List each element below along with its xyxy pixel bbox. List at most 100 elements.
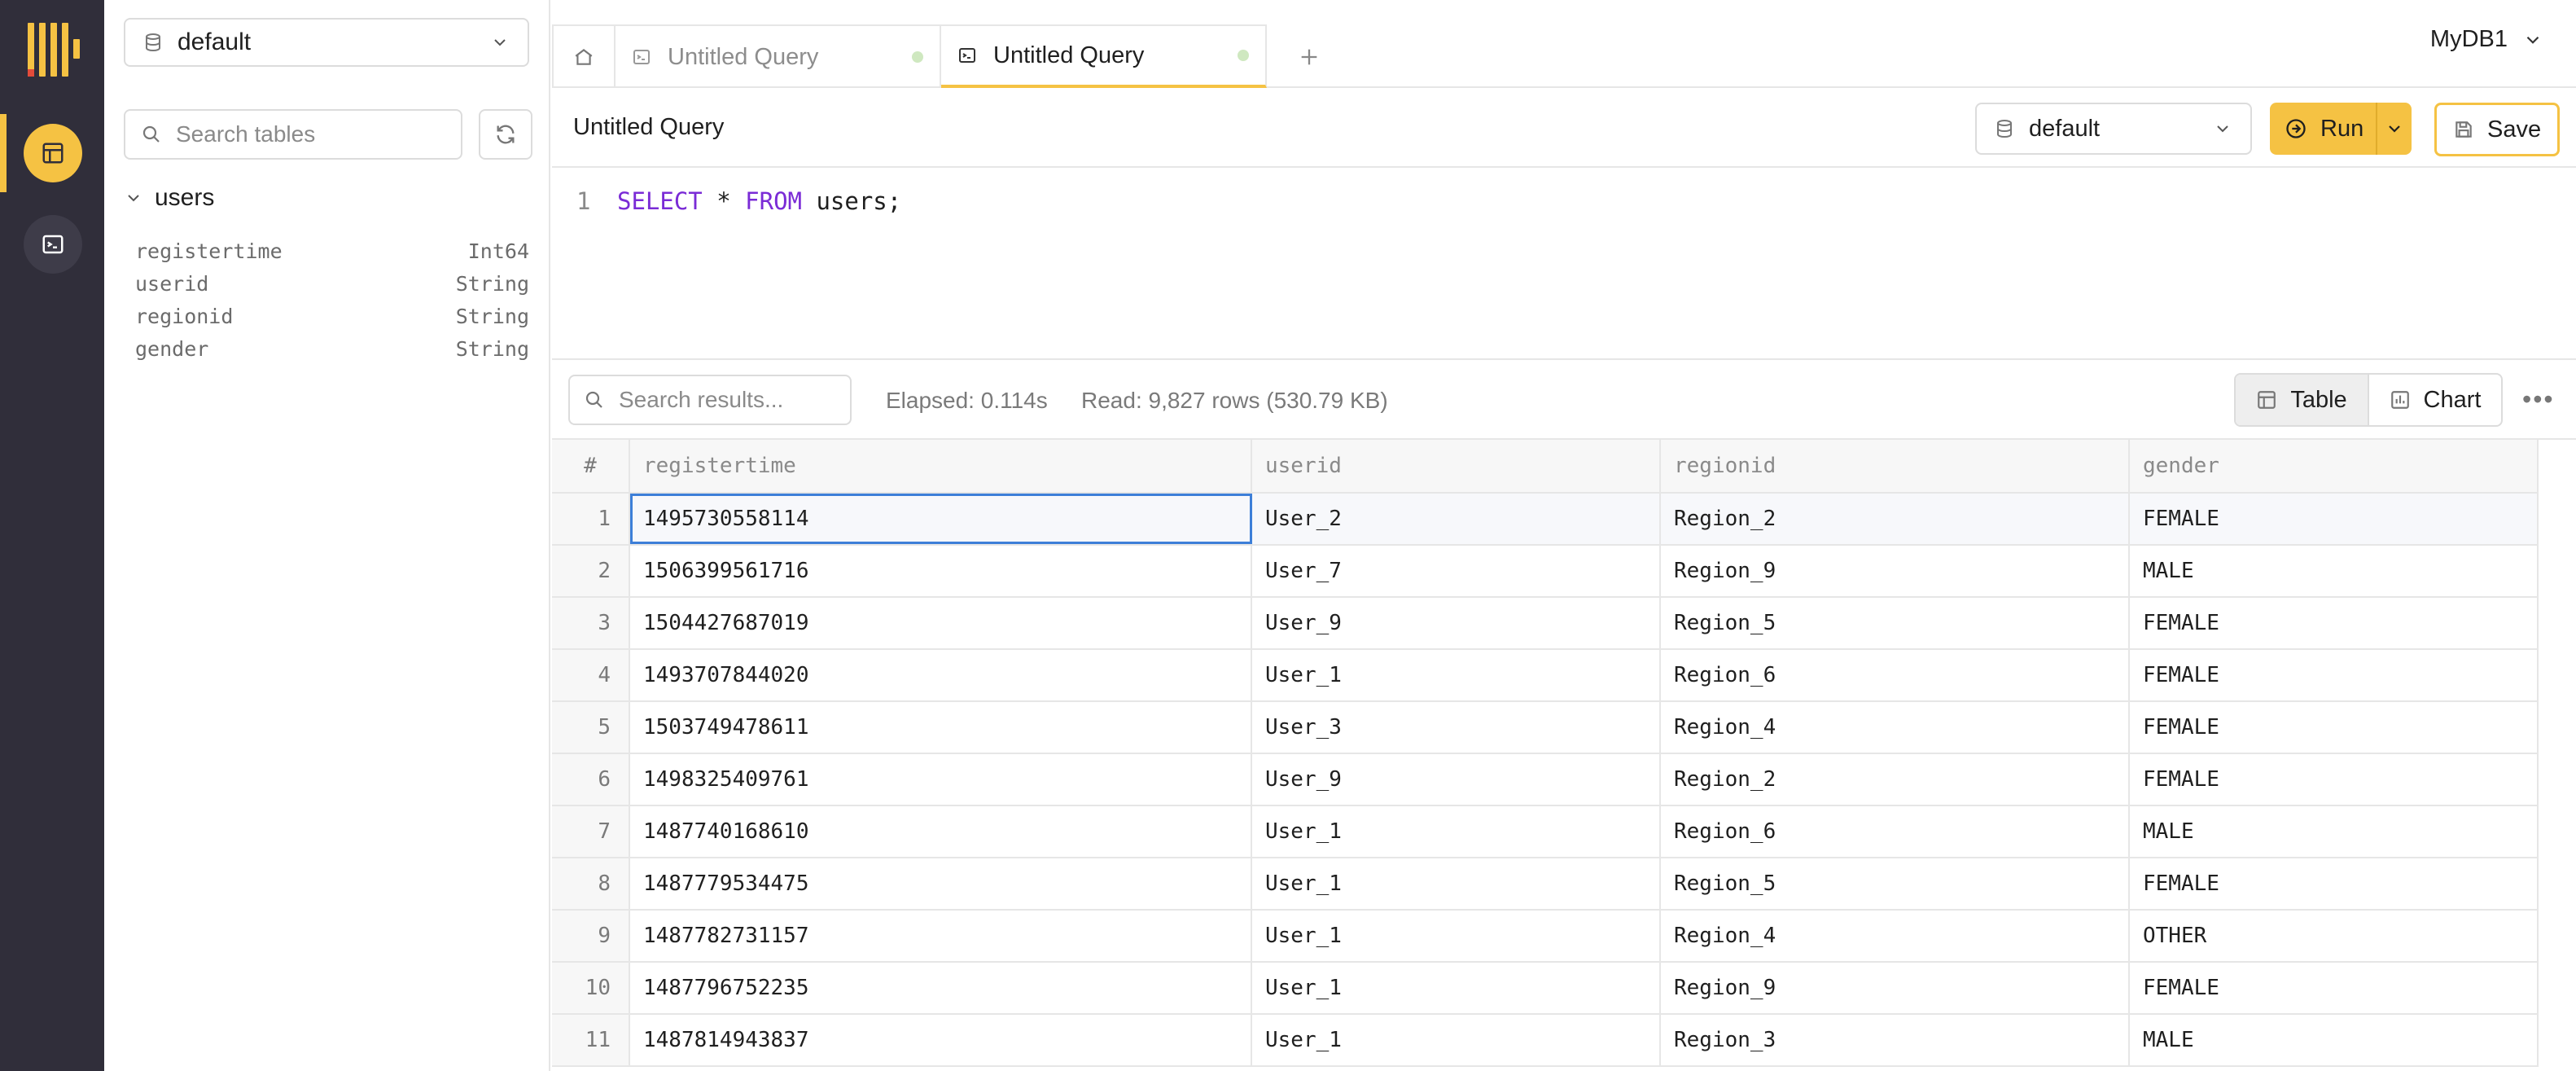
table-cell[interactable]: 1487740168610	[630, 806, 1252, 857]
query-header: Untitled Query default Run Save	[552, 90, 2576, 168]
table-cell[interactable]: Region_3	[1661, 1015, 2130, 1065]
table-cell[interactable]: 1495730558114	[630, 494, 1252, 544]
results-toolbar: Search results... Elapsed: 0.114s Read: …	[552, 362, 2576, 440]
table-cell[interactable]: User_7	[1252, 546, 1661, 596]
view-chart-button[interactable]: Chart	[2369, 375, 2501, 425]
tree-table-users[interactable]: users	[124, 184, 214, 212]
table-cell[interactable]: 1498325409761	[630, 754, 1252, 805]
search-tables-input[interactable]: Search tables	[124, 109, 462, 160]
search-results-input[interactable]: Search results...	[568, 375, 852, 425]
column-item[interactable]: registertime Int64	[135, 239, 529, 272]
row-index: 11	[552, 1015, 630, 1065]
table-cell[interactable]: User_3	[1252, 702, 1661, 753]
rail-tables-button[interactable]	[24, 124, 82, 182]
table-cell[interactable]: FEMALE	[2130, 702, 2539, 753]
row-index: 5	[552, 702, 630, 753]
sql-editor[interactable]: 1 SELECT * FROM users;	[552, 169, 2576, 360]
query-title[interactable]: Untitled Query	[573, 114, 724, 141]
table-cell[interactable]: User_1	[1252, 1015, 1661, 1065]
table-cell[interactable]: User_1	[1252, 911, 1661, 961]
search-icon	[142, 125, 160, 143]
table-cell[interactable]: FEMALE	[2130, 754, 2539, 805]
tab-query-1[interactable]: Untitled Query	[616, 24, 941, 88]
elapsed-stat: Elapsed: 0.114s	[886, 388, 1048, 413]
table-cell[interactable]: 1503749478611	[630, 702, 1252, 753]
table-row: 5 1503749478611 User_3 Region_4 FEMALE	[552, 702, 2539, 754]
header-gender[interactable]: gender	[2130, 440, 2539, 492]
table-header-row: # registertime userid regionid gender	[552, 440, 2539, 494]
run-options-button[interactable]	[2377, 119, 2412, 138]
column-list: registertime Int64 userid String regionid S…	[135, 239, 529, 370]
database-select-label: default	[177, 29, 252, 55]
sql-code[interactable]: SELECT * FROM users;	[617, 187, 901, 215]
query-database-select[interactable]: default	[1975, 103, 2252, 155]
table-cell[interactable]: FEMALE	[2130, 963, 2539, 1013]
table-cell[interactable]: User_2	[1252, 494, 1661, 544]
sql-token: *	[702, 187, 746, 215]
table-cell[interactable]: Region_5	[1661, 858, 2130, 909]
table-cell[interactable]: 1487782731157	[630, 911, 1252, 961]
column-item[interactable]: gender String	[135, 337, 529, 370]
connection-selector[interactable]: MyDB1	[2430, 26, 2543, 53]
table-cell[interactable]: User_1	[1252, 650, 1661, 700]
table-cell[interactable]: 1493707844020	[630, 650, 1252, 700]
table-cell[interactable]: MALE	[2130, 1015, 2539, 1065]
table-cell[interactable]: MALE	[2130, 546, 2539, 596]
connection-name: MyDB1	[2429, 26, 2508, 52]
column-item[interactable]: regionid String	[135, 305, 529, 337]
table-cell[interactable]: FEMALE	[2130, 858, 2539, 909]
table-row: 11 1487814943837 User_1 Region_3 MALE	[552, 1015, 2539, 1067]
table-cell[interactable]: Region_9	[1661, 963, 2130, 1013]
rail-active-indicator	[0, 114, 7, 192]
table-cell[interactable]: 1504427687019	[630, 598, 1252, 648]
more-options-icon[interactable]: •••	[2522, 384, 2555, 415]
app-rail	[0, 0, 104, 1071]
table-row: 6 1498325409761 User_9 Region_2 FEMALE	[552, 754, 2539, 806]
home-icon	[575, 48, 593, 65]
table-cell[interactable]: Region_6	[1661, 650, 2130, 700]
header-registertime[interactable]: registertime	[630, 440, 1252, 492]
table-cell[interactable]: 1487814943837	[630, 1015, 1252, 1065]
add-tab-button[interactable]	[1288, 36, 1330, 78]
view-chart-label: Chart	[2423, 386, 2482, 413]
table-cell[interactable]: MALE	[2130, 806, 2539, 857]
table-cell[interactable]: Region_2	[1661, 754, 2130, 805]
sql-keyword: SELECT	[617, 187, 703, 215]
table-cell[interactable]: Region_4	[1661, 702, 2130, 753]
line-number: 1	[576, 187, 591, 215]
table-cell[interactable]: User_9	[1252, 598, 1661, 648]
table-cell[interactable]: 1487779534475	[630, 858, 1252, 909]
table-cell[interactable]: OTHER	[2130, 911, 2539, 961]
table-cell[interactable]: User_1	[1252, 858, 1661, 909]
table-cell[interactable]: User_9	[1252, 754, 1661, 805]
column-item[interactable]: userid String	[135, 272, 529, 305]
table-cell[interactable]: User_1	[1252, 963, 1661, 1013]
save-button[interactable]: Save	[2434, 103, 2560, 156]
table-row: 8 1487779534475 User_1 Region_5 FEMALE	[552, 858, 2539, 911]
tab-query-2[interactable]: Untitled Query	[941, 24, 1267, 88]
tab-home[interactable]	[552, 24, 616, 88]
table-cell[interactable]: Region_2	[1661, 494, 2130, 544]
header-regionid[interactable]: regionid	[1661, 440, 2130, 492]
header-userid[interactable]: userid	[1252, 440, 1661, 492]
table-cell[interactable]: 1506399561716	[630, 546, 1252, 596]
chevron-down-icon	[2217, 125, 2228, 133]
run-label: Run	[2320, 115, 2364, 142]
table-cell[interactable]: Region_6	[1661, 806, 2130, 857]
table-cell[interactable]: User_1	[1252, 806, 1661, 857]
table-cell[interactable]: Region_9	[1661, 546, 2130, 596]
table-cell[interactable]: Region_4	[1661, 911, 2130, 961]
run-button[interactable]: Run	[2270, 103, 2377, 155]
table-cell[interactable]: 1487796752235	[630, 963, 1252, 1013]
database-select[interactable]: default	[124, 18, 529, 67]
refresh-button[interactable]	[479, 109, 532, 160]
table-cell[interactable]: FEMALE	[2130, 598, 2539, 648]
view-table-label: Table	[2290, 386, 2347, 413]
run-circle-arrow-icon	[2286, 119, 2306, 138]
column-name: gender	[135, 337, 209, 361]
table-cell[interactable]: Region_5	[1661, 598, 2130, 648]
table-cell[interactable]: FEMALE	[2130, 494, 2539, 544]
view-table-button[interactable]: Table	[2236, 375, 2369, 425]
table-cell[interactable]: FEMALE	[2130, 650, 2539, 700]
rail-query-button[interactable]	[24, 215, 82, 274]
